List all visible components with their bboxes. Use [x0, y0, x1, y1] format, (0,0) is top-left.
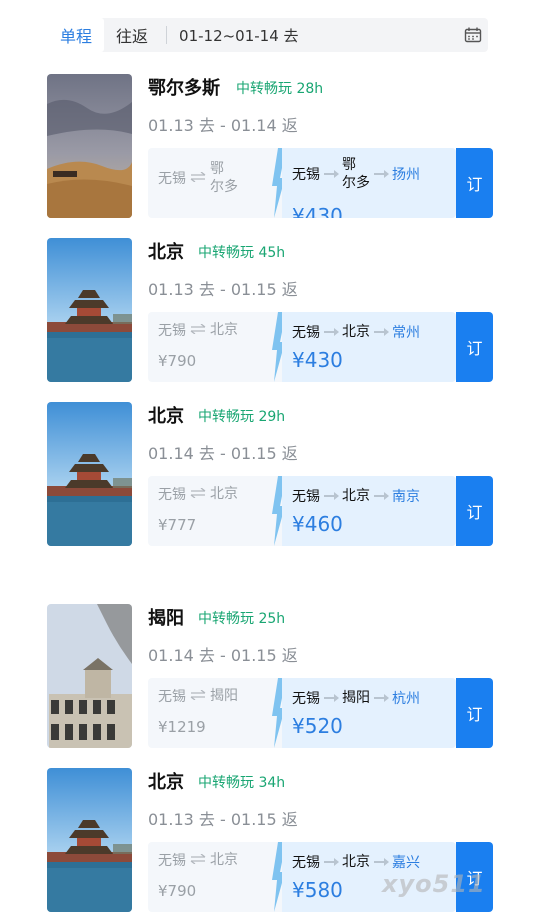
- direct-route: 无锡 揭阳 ¥1219: [148, 678, 274, 748]
- travel-dates: 01.13 去 - 01.14 返: [148, 116, 298, 135]
- swap-icon: [190, 322, 206, 338]
- arrow-icon: [324, 492, 339, 500]
- direct-route: 无锡 北京 ¥790: [148, 842, 274, 912]
- transfer-tag: 中转畅玩 29h: [198, 409, 286, 425]
- travel-dates: 01.14 去 - 01.15 返: [148, 646, 298, 665]
- divider: [166, 26, 168, 44]
- date-range-picker[interactable]: 01-12~01-14 去: [173, 25, 458, 46]
- via-from: 无锡: [292, 691, 320, 707]
- direct-to: 鄂 尔多: [210, 161, 238, 195]
- transfer-price: ¥580: [292, 878, 343, 902]
- via-destination: 扬州: [392, 167, 420, 183]
- direct-price: ¥777: [158, 516, 197, 534]
- travel-dates: 01.13 去 - 01.15 返: [148, 810, 298, 829]
- book-button[interactable]: 订: [456, 312, 493, 382]
- via-from: 无锡: [292, 325, 320, 341]
- destination-photo: [47, 604, 132, 748]
- route-box: 无锡 鄂 尔多 无锡 鄂 尔多 扬州 ¥430: [148, 148, 456, 218]
- via-mid: 揭阳: [342, 690, 370, 706]
- direct-price: ¥1219: [158, 718, 206, 736]
- arrow-icon: [324, 328, 339, 336]
- via-mid: 北京: [342, 488, 370, 504]
- direct-from: 无锡: [158, 171, 186, 187]
- tab-oneway[interactable]: 单程: [48, 18, 105, 52]
- transfer-route: 无锡 北京 南京 ¥460: [282, 476, 456, 546]
- arrow-icon: [374, 328, 389, 336]
- direct-to: 北京: [210, 322, 238, 338]
- destination-photo: [47, 74, 132, 218]
- direct-to: 揭阳: [210, 688, 238, 704]
- transfer-tag: 中转畅玩 34h: [198, 775, 286, 791]
- swap-icon: [190, 170, 206, 186]
- via-from: 无锡: [292, 167, 320, 183]
- arrow-icon: [374, 858, 389, 866]
- trip-card[interactable]: 北京 中转畅玩 29h 01.14 去 - 01.15 返 无锡 北京 ¥777…: [47, 402, 493, 548]
- swap-icon: [190, 486, 206, 502]
- destination-photo: [47, 238, 132, 382]
- route-box: 无锡 北京 ¥790 无锡 北京 常州 ¥430: [148, 312, 456, 382]
- transfer-route: 无锡 北京 常州 ¥430: [282, 312, 456, 382]
- via-mid: 北京: [342, 854, 370, 870]
- transfer-price: ¥520: [292, 714, 343, 738]
- direct-route: 无锡 北京 ¥790: [148, 312, 274, 382]
- transfer-route: 无锡 揭阳 杭州 ¥520: [282, 678, 456, 748]
- trip-card[interactable]: 北京 中转畅玩 45h 01.13 去 - 01.15 返 无锡 北京 ¥790…: [47, 238, 493, 384]
- transfer-price: ¥430: [292, 348, 343, 372]
- tab-roundtrip[interactable]: 往返: [104, 18, 160, 52]
- trip-type-bar: 单程 往返 01-12~01-14 去: [48, 18, 488, 52]
- trip-card[interactable]: 揭阳 中转畅玩 25h 01.14 去 - 01.15 返 无锡 揭阳 ¥121…: [47, 604, 493, 750]
- swap-icon: [190, 852, 206, 868]
- destination-city: 揭阳: [148, 608, 184, 629]
- book-button[interactable]: 订: [456, 476, 493, 546]
- direct-from: 无锡: [158, 689, 186, 705]
- direct-to: 北京: [210, 852, 238, 868]
- route-box: 无锡 揭阳 ¥1219 无锡 揭阳 杭州 ¥520: [148, 678, 456, 748]
- watermark: xyo511: [382, 870, 486, 898]
- destination-photo: [47, 768, 132, 912]
- direct-price: ¥790: [158, 882, 197, 900]
- trip-card[interactable]: 鄂尔多斯 中转畅玩 28h 01.13 去 - 01.14 返 无锡 鄂 尔多 …: [47, 74, 493, 220]
- via-destination: 嘉兴: [392, 855, 420, 871]
- arrow-icon: [374, 170, 389, 178]
- direct-route: 无锡 鄂 尔多: [148, 148, 274, 218]
- via-destination: 常州: [392, 325, 420, 341]
- destination-city: 北京: [148, 406, 184, 427]
- transfer-tag: 中转畅玩 28h: [236, 81, 324, 97]
- destination-city: 北京: [148, 772, 184, 793]
- arrow-icon: [324, 694, 339, 702]
- direct-from: 无锡: [158, 487, 186, 503]
- travel-dates: 01.13 去 - 01.15 返: [148, 280, 298, 299]
- via-mid: 鄂 尔多: [342, 157, 370, 191]
- transfer-price: ¥460: [292, 512, 343, 536]
- book-button[interactable]: 订: [456, 678, 493, 748]
- transfer-route: 无锡 鄂 尔多 扬州 ¥430: [282, 148, 456, 218]
- destination-city: 北京: [148, 242, 184, 263]
- via-destination: 杭州: [392, 691, 420, 707]
- direct-from: 无锡: [158, 323, 186, 339]
- direct-route: 无锡 北京 ¥777: [148, 476, 274, 546]
- arrow-icon: [324, 858, 339, 866]
- direct-price: ¥790: [158, 352, 197, 370]
- transfer-tag: 中转畅玩 25h: [198, 611, 286, 627]
- via-mid: 北京: [342, 324, 370, 340]
- arrow-icon: [324, 170, 339, 178]
- via-from: 无锡: [292, 489, 320, 505]
- swap-icon: [190, 688, 206, 704]
- transfer-tag: 中转畅玩 45h: [198, 245, 286, 261]
- calendar-icon[interactable]: [458, 18, 488, 52]
- route-box: 无锡 北京 ¥777 无锡 北京 南京 ¥460: [148, 476, 456, 546]
- direct-from: 无锡: [158, 853, 186, 869]
- arrow-icon: [374, 492, 389, 500]
- travel-dates: 01.14 去 - 01.15 返: [148, 444, 298, 463]
- via-destination: 南京: [392, 489, 420, 505]
- direct-to: 北京: [210, 486, 238, 502]
- destination-photo: [47, 402, 132, 546]
- book-button[interactable]: 订: [456, 148, 493, 218]
- transfer-price: ¥430: [292, 204, 343, 218]
- via-from: 无锡: [292, 855, 320, 871]
- arrow-icon: [374, 694, 389, 702]
- destination-city: 鄂尔多斯: [148, 78, 220, 99]
